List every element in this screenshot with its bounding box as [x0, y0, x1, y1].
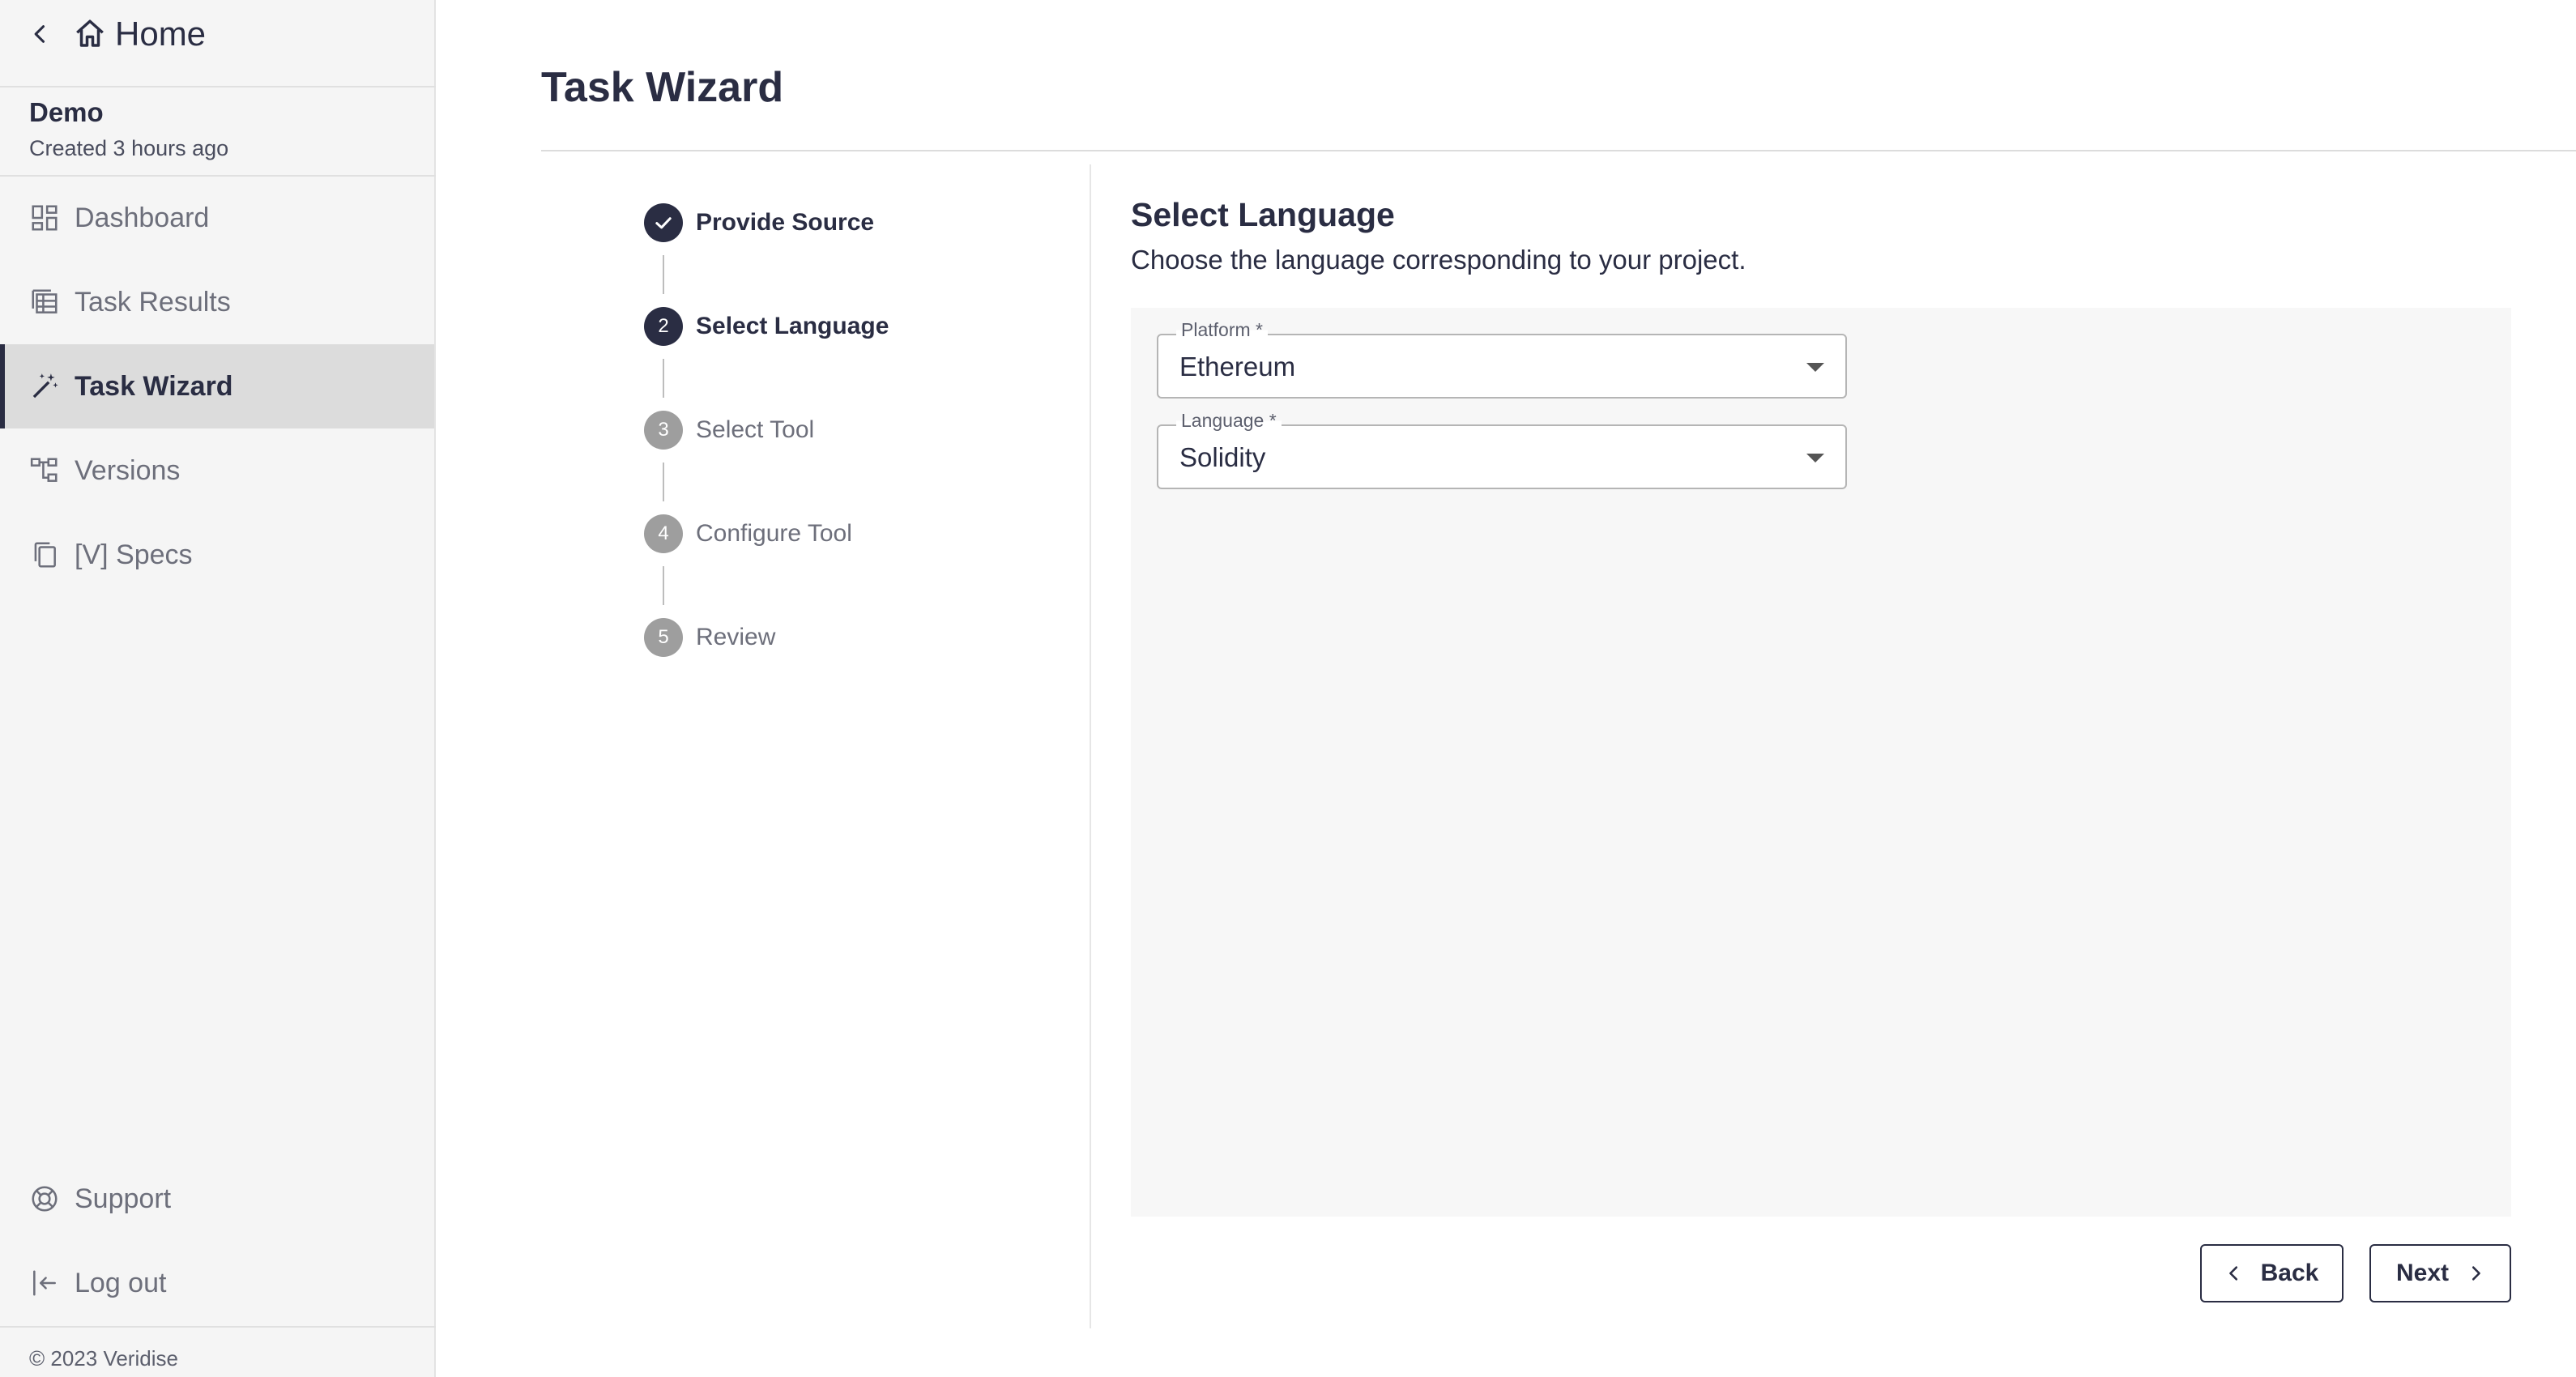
step-connector [663, 255, 664, 294]
home-label: Home [115, 15, 207, 53]
sidebar-item-label: Versions [75, 454, 181, 486]
title-divider [541, 150, 2576, 151]
step-label: Select Tool [696, 416, 815, 443]
magic-wand-icon [32, 373, 58, 399]
step-number: 5 [644, 618, 683, 657]
next-label: Next [2395, 1260, 2450, 1286]
stepper-divider [1090, 164, 1091, 1328]
language-value: Solidity [1179, 442, 1266, 472]
chevron-left-icon [2228, 1266, 2237, 1281]
sidebar-item-label: [V] Specs [75, 539, 193, 570]
sidebar-item-label: Dashboard [75, 202, 210, 233]
step-select-language[interactable]: 2 Select Language [644, 307, 889, 346]
sidebar-item-label: Task Results [75, 286, 231, 318]
copy-icon [34, 542, 56, 568]
platform-label: Platform * [1176, 319, 1268, 341]
tree-icon [30, 458, 58, 482]
section-title: Select Language [1131, 196, 1395, 233]
table-icon [32, 289, 58, 313]
platform-value: Ethereum [1179, 352, 1296, 382]
step-configure-tool[interactable]: 4 Configure Tool [644, 514, 852, 553]
project-created: Created 3 hours ago [29, 136, 229, 160]
home-link[interactable]: Home [29, 11, 206, 57]
step-number: 2 [644, 307, 683, 346]
section-description: Choose the language corresponding to you… [1131, 245, 1746, 275]
step-label: Select Language [696, 313, 889, 339]
logout-icon [33, 1270, 56, 1296]
lifebuoy-icon [32, 1186, 58, 1212]
sidebar-item-versions[interactable]: Versions [0, 428, 434, 513]
home-icon [76, 19, 104, 47]
form-panel: Platform * Ethereum Language * Solidity [1131, 308, 2511, 1217]
sidebar-item-support[interactable]: Support [0, 1157, 434, 1241]
back-label: Back [2260, 1260, 2319, 1286]
dropdown-caret-icon[interactable] [1806, 454, 1824, 463]
language-select[interactable]: Language * Solidity [1157, 410, 1847, 489]
platform-select[interactable]: Platform * Ethereum [1157, 319, 1847, 399]
sidebar-item-specs[interactable]: [V] Specs [0, 513, 434, 597]
next-button[interactable]: Next [2369, 1244, 2511, 1302]
dashboard-icon [32, 205, 58, 231]
sidebar-item-task-wizard[interactable]: Task Wizard [0, 344, 434, 428]
language-label: Language * [1176, 410, 1282, 432]
step-number: 3 [644, 411, 683, 450]
chevron-right-icon [2472, 1266, 2480, 1281]
step-select-tool[interactable]: 3 Select Tool [644, 411, 814, 450]
step-label: Provide Source [696, 209, 875, 236]
step-label: Review [696, 624, 776, 650]
chevron-left-icon[interactable] [29, 23, 52, 45]
sidebar-item-label: Task Wizard [75, 370, 233, 402]
step-connector [663, 566, 664, 605]
project-name: Demo [29, 97, 104, 127]
divider [0, 1326, 436, 1328]
step-label: Configure Tool [696, 520, 852, 547]
sidebar-item-logout[interactable]: Log out [0, 1241, 434, 1325]
sidebar-item-dashboard[interactable]: Dashboard [0, 176, 434, 260]
copyright: © 2023 Veridise [29, 1346, 178, 1371]
sidebar-item-label: Log out [75, 1267, 167, 1298]
sidebar: Home Demo Created 3 hours ago Dashboard … [0, 0, 436, 1377]
sidebar-item-task-results[interactable]: Task Results [0, 260, 434, 344]
dropdown-caret-icon[interactable] [1806, 363, 1824, 372]
step-provide-source[interactable]: Provide Source [644, 203, 874, 242]
sidebar-item-label: Support [75, 1183, 172, 1214]
back-button[interactable]: Back [2200, 1244, 2344, 1302]
check-icon [644, 203, 683, 242]
step-review[interactable]: 5 Review [644, 618, 775, 657]
divider [0, 86, 436, 87]
step-connector [663, 463, 664, 501]
step-connector [663, 359, 664, 398]
step-number: 4 [644, 514, 683, 553]
page-title: Task Wizard [541, 64, 784, 111]
